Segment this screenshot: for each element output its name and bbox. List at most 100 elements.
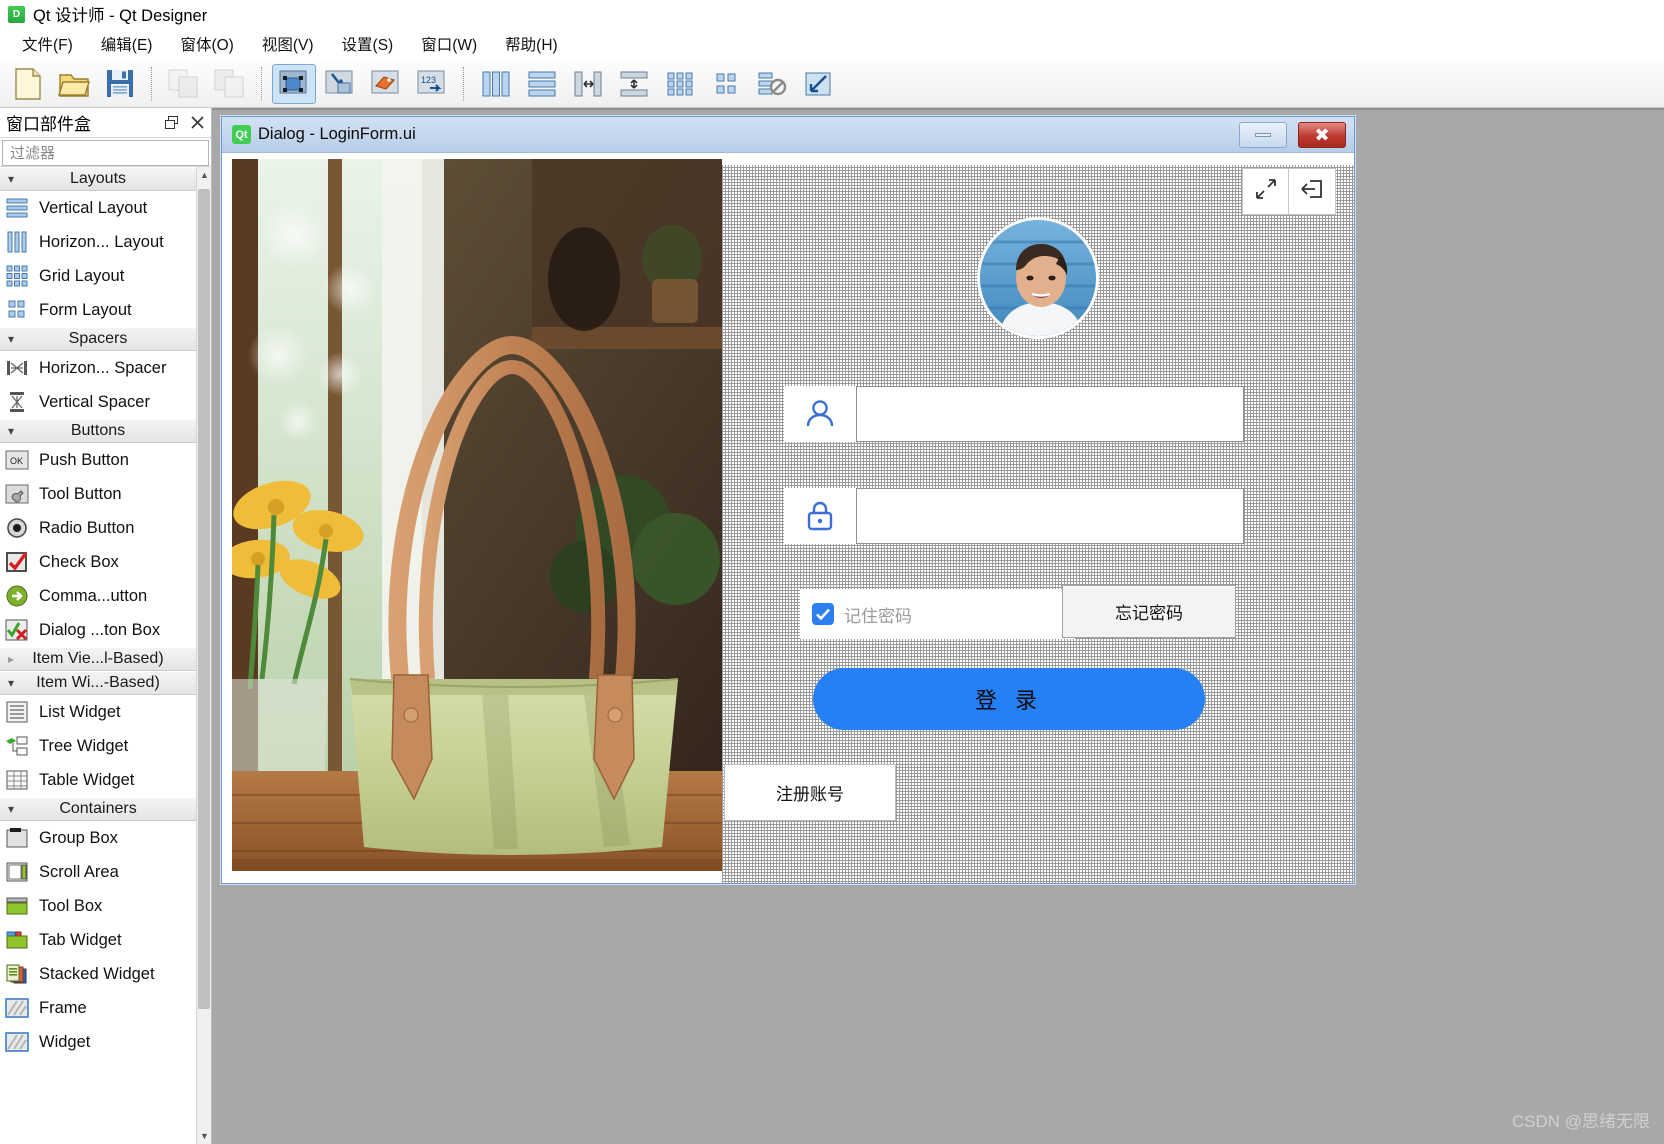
widget-item-table-widget[interactable]: Table Widget	[0, 763, 196, 797]
horizontal-spacer-icon	[4, 355, 30, 381]
break-layout-icon[interactable]	[750, 64, 794, 104]
category-spacers[interactable]: ▾ Spacers	[0, 327, 196, 351]
widget-item-label: Push Button	[39, 450, 129, 469]
widget-item-label: Table Widget	[39, 770, 135, 789]
widget-item-label: Tab Widget	[39, 930, 122, 949]
username-input[interactable]	[857, 387, 1243, 441]
layout-form-icon[interactable]	[704, 64, 748, 104]
widget-item-radio-button[interactable]: Radio Button	[0, 511, 196, 545]
widget-item-stacked-widget[interactable]: Stacked Widget	[0, 957, 196, 991]
remember-password-checkbox[interactable]	[812, 603, 834, 625]
menu-window[interactable]: 窗口(W)	[407, 30, 491, 58]
login-hero-image	[232, 159, 722, 871]
exit-button[interactable]	[1289, 168, 1336, 215]
edit-buddies-icon[interactable]	[364, 64, 408, 104]
menu-help[interactable]: 帮助(H)	[491, 30, 572, 58]
group-box-icon	[4, 825, 30, 851]
password-input[interactable]	[857, 489, 1243, 543]
widget-item-horizontal-layout[interactable]: Horizon... Layout	[0, 225, 196, 259]
widget-item-label: Scroll Area	[39, 862, 119, 881]
chevron-down-icon: ▾	[7, 802, 15, 816]
widget-item-tab-widget[interactable]: Tab Widget	[0, 923, 196, 957]
app-logo-icon: D	[8, 5, 25, 23]
widget-item-label: Tool Box	[39, 896, 103, 915]
mdi-workspace: Qt Dialog - LoginForm.ui ✖ 记住密码 忘记密码 登 录…	[212, 108, 1664, 1144]
forgot-password-button[interactable]: 忘记密码	[1062, 585, 1236, 638]
widget-item-scroll-area[interactable]: Scroll Area	[0, 855, 196, 889]
widget-box-filter[interactable]	[2, 140, 209, 166]
widget-item-horizontal-spacer[interactable]: Horizon... Spacer	[0, 351, 196, 385]
adjust-size-icon[interactable]	[796, 64, 840, 104]
save-icon[interactable]	[98, 64, 142, 104]
login-button[interactable]: 登 录	[813, 668, 1205, 730]
collapse-arrows-button[interactable]	[1242, 168, 1289, 215]
menu-edit[interactable]: 编辑(E)	[87, 30, 167, 58]
category-item-views[interactable]: ▸ Item Vie...l-Based)	[0, 647, 196, 671]
widget-item-tool-button[interactable]: Tool Button	[0, 477, 196, 511]
edit-widgets-icon[interactable]	[272, 63, 316, 104]
new-file-icon[interactable]	[6, 64, 50, 104]
widget-item-label: Vertical Spacer	[39, 392, 150, 411]
scroll-up-arrow-icon[interactable]: ▲	[197, 167, 211, 183]
widget-item-command-link-button[interactable]: Comma...utton	[0, 579, 196, 613]
edit-signals-slots-icon[interactable]	[318, 64, 362, 104]
category-item-widgets[interactable]: ▾ Item Wi...-Based)	[0, 671, 196, 695]
category-containers[interactable]: ▾ Containers	[0, 797, 196, 821]
lock-icon	[784, 488, 856, 544]
category-label: Item Wi...-Based)	[36, 674, 160, 691]
scrollbar-thumb[interactable]	[198, 189, 210, 1009]
widget-item-label: Form Layout	[39, 300, 132, 319]
widget-item-group-box[interactable]: Group Box	[0, 821, 196, 855]
widget-item-dialog-button-box[interactable]: Dialog ...ton Box	[0, 613, 196, 647]
menu-view[interactable]: 视图(V)	[248, 30, 328, 58]
layout-horizontal-icon[interactable]	[474, 64, 518, 104]
toolbar-separator	[463, 66, 465, 101]
qt-designer-window: D Qt 设计师 - Qt Designer 文件(F) 编辑(E) 窗体(O)…	[0, 0, 1664, 1144]
scroll-area-icon	[4, 859, 30, 885]
layout-splitter-horizontal-icon[interactable]	[566, 64, 610, 104]
undo-icon[interactable]	[162, 64, 206, 104]
widget-item-push-button[interactable]: OK Push Button	[0, 443, 196, 477]
chevron-down-icon: ▾	[7, 676, 15, 690]
open-folder-icon[interactable]	[52, 64, 96, 104]
toolbar-separator	[261, 66, 263, 101]
edit-tab-order-icon[interactable]: 123	[410, 64, 454, 104]
category-layouts[interactable]: ▾ Layouts	[0, 167, 196, 191]
close-icon[interactable]	[187, 113, 207, 133]
filter-input[interactable]	[8, 143, 203, 163]
widget-item-check-box[interactable]: Check Box	[0, 545, 196, 579]
register-account-button[interactable]: 注册账号	[724, 764, 896, 821]
layout-splitter-vertical-icon[interactable]	[612, 64, 656, 104]
close-button[interactable]: ✖	[1298, 121, 1346, 148]
minimize-button[interactable]	[1239, 121, 1287, 148]
password-input-wrapper[interactable]	[856, 488, 1244, 544]
menu-settings[interactable]: 设置(S)	[328, 30, 408, 58]
username-input-wrapper[interactable]	[856, 386, 1244, 442]
menu-file[interactable]: 文件(F)	[8, 30, 87, 58]
widget-box-scrollbar[interactable]: ▲ ▼	[196, 167, 211, 1144]
menu-form[interactable]: 窗体(O)	[166, 30, 247, 58]
layout-vertical-icon[interactable]	[520, 64, 564, 104]
widget-item-vertical-layout[interactable]: Vertical Layout	[0, 191, 196, 225]
category-buttons[interactable]: ▾ Buttons	[0, 419, 196, 443]
widget-item-vertical-spacer[interactable]: Vertical Spacer	[0, 385, 196, 419]
form-layout-icon	[4, 297, 30, 323]
widget-item-tool-box[interactable]: Tool Box	[0, 889, 196, 923]
toolbar-group-layout	[474, 64, 840, 104]
form-window-title-bar[interactable]: Qt Dialog - LoginForm.ui ✖	[222, 117, 1354, 153]
widget-item-frame[interactable]: Frame	[0, 991, 196, 1025]
widget-box-list: ▾ Layouts Vertical Layout Horizon... Lay…	[0, 167, 196, 1059]
redo-icon[interactable]	[208, 64, 252, 104]
widget-item-list-widget[interactable]: List Widget	[0, 695, 196, 729]
minimize-icon	[1255, 132, 1271, 137]
avatar	[977, 217, 1099, 339]
scroll-down-arrow-icon[interactable]: ▼	[197, 1128, 211, 1144]
widget-item-tree-widget[interactable]: Tree Widget	[0, 729, 196, 763]
chevron-down-icon: ▾	[7, 332, 15, 346]
restore-icon[interactable]	[161, 113, 181, 133]
stacked-widget-icon	[4, 961, 30, 987]
widget-item-grid-layout[interactable]: Grid Layout	[0, 259, 196, 293]
widget-item-form-layout[interactable]: Form Layout	[0, 293, 196, 327]
layout-grid-icon[interactable]	[658, 64, 702, 104]
widget-item-widget[interactable]: Widget	[0, 1025, 196, 1059]
